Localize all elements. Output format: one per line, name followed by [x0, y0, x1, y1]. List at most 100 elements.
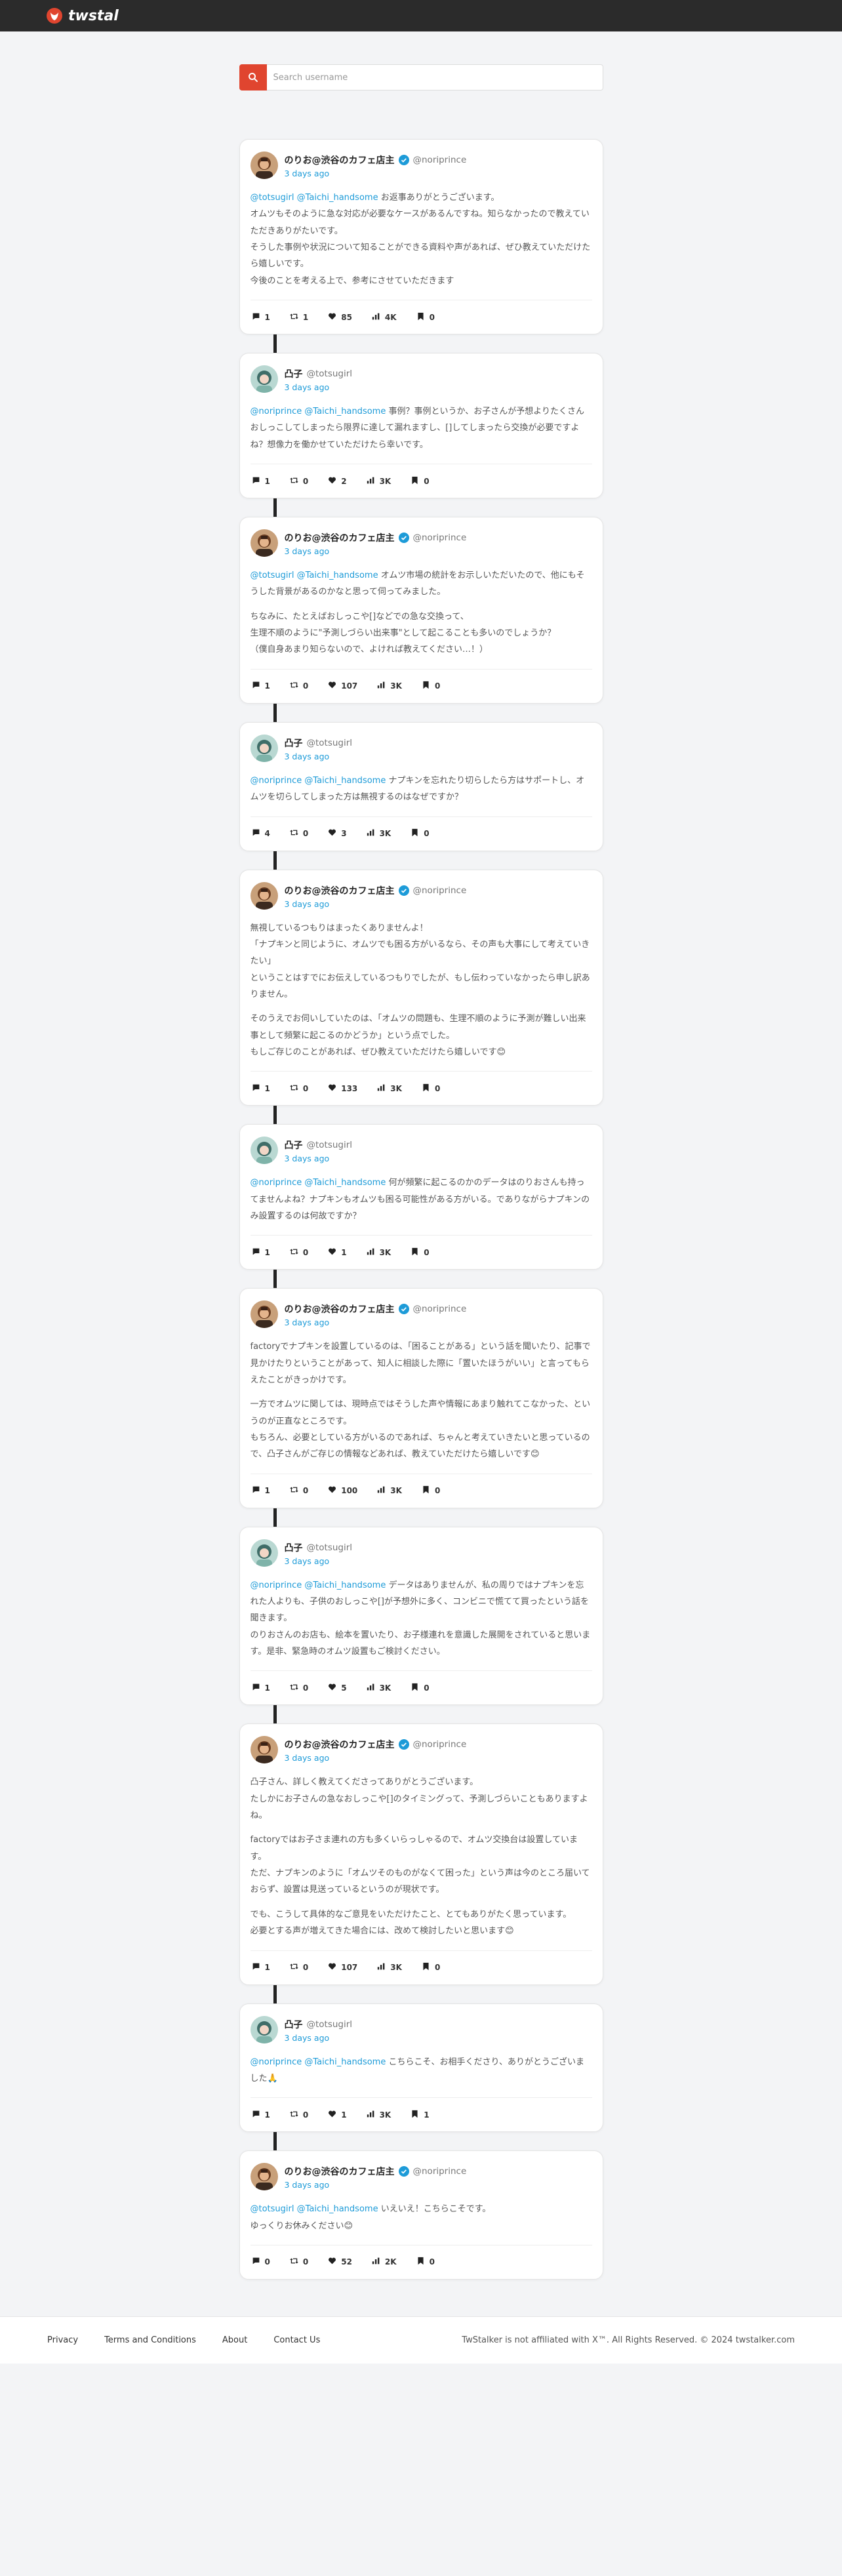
likes-action[interactable]: 52: [328, 2257, 352, 2267]
likes-action[interactable]: 5: [328, 1683, 347, 1693]
bookmarks-action[interactable]: 1: [411, 2110, 430, 2120]
tweet-card[interactable]: 凸子 @totsugirl 3 days ago @noriprince @Taich…: [239, 721, 603, 851]
views-action[interactable]: 3K: [377, 1083, 402, 1094]
mentions[interactable]: @noriprince @Taichi_handsome: [251, 776, 386, 786]
tweet-card[interactable]: 凸子 @totsugirl 3 days ago @noriprince @Taich…: [239, 353, 603, 499]
mentions[interactable]: @noriprince @Taichi_handsome: [251, 407, 386, 416]
views-action[interactable]: 3K: [367, 2110, 391, 2120]
search-input[interactable]: [266, 64, 603, 91]
timestamp[interactable]: 3 days ago: [285, 899, 467, 909]
avatar[interactable]: [250, 1539, 278, 1567]
timestamp[interactable]: 3 days ago: [285, 1318, 467, 1327]
handle[interactable]: @noriprince: [413, 1304, 467, 1314]
display-name[interactable]: のりお@渋谷のカフェ店主: [285, 531, 395, 544]
mentions[interactable]: @totsugirl @Taichi_handsome: [251, 2204, 378, 2214]
tweet-card[interactable]: のりお@渋谷のカフェ店主 @noriprince 3 days ago factory…: [239, 1288, 603, 1508]
bookmarks-action[interactable]: 0: [422, 1962, 440, 1973]
avatar[interactable]: [250, 2163, 278, 2191]
mentions[interactable]: @totsugirl @Taichi_handsome: [251, 193, 378, 203]
bookmarks-action[interactable]: 0: [411, 828, 430, 839]
handle[interactable]: @noriprince: [413, 1739, 467, 1750]
tweet-card[interactable]: のりお@渋谷のカフェ店主 @noriprince 3 days ago 凸子さん、詳し…: [239, 1723, 603, 1985]
bookmarks-action[interactable]: 0: [411, 1247, 430, 1258]
views-action[interactable]: 3K: [377, 681, 402, 691]
timestamp[interactable]: 3 days ago: [285, 2180, 467, 2190]
bookmarks-action[interactable]: 0: [422, 1485, 440, 1496]
bookmarks-action[interactable]: 0: [416, 312, 435, 323]
avatar[interactable]: [250, 1736, 278, 1764]
bookmarks-action[interactable]: 0: [422, 1083, 440, 1094]
views-action[interactable]: 4K: [372, 312, 397, 323]
tweet-card[interactable]: のりお@渋谷のカフェ店主 @noriprince 3 days ago 無視しているつ…: [239, 869, 603, 1106]
avatar[interactable]: [250, 365, 278, 393]
likes-action[interactable]: 85: [328, 312, 352, 323]
retweets-action[interactable]: 0: [290, 828, 308, 839]
likes-action[interactable]: 107: [328, 1962, 357, 1973]
likes-action[interactable]: 100: [328, 1485, 357, 1496]
retweets-action[interactable]: 0: [290, 1083, 308, 1094]
likes-action[interactable]: 107: [328, 681, 357, 691]
footer-link-terms-and-conditions[interactable]: Terms and Conditions: [104, 2335, 196, 2345]
replies-action[interactable]: 1: [252, 1962, 270, 1973]
views-action[interactable]: 3K: [367, 828, 391, 839]
bookmarks-action[interactable]: 0: [411, 1683, 430, 1693]
likes-action[interactable]: 1: [328, 1247, 347, 1258]
likes-action[interactable]: 1: [328, 2110, 347, 2120]
handle[interactable]: @noriprince: [413, 533, 467, 543]
timestamp[interactable]: 3 days ago: [285, 1556, 353, 1566]
bookmarks-action[interactable]: 0: [422, 681, 440, 691]
handle[interactable]: @totsugirl: [307, 1140, 353, 1150]
mentions[interactable]: @totsugirl @Taichi_handsome: [251, 571, 378, 580]
avatar[interactable]: [250, 529, 278, 557]
avatar[interactable]: [250, 1137, 278, 1165]
replies-action[interactable]: 1: [252, 312, 270, 323]
display-name[interactable]: のりお@渋谷のカフェ店主: [285, 884, 395, 897]
bookmarks-action[interactable]: 0: [411, 476, 430, 487]
handle[interactable]: @noriprince: [413, 155, 467, 165]
display-name[interactable]: 凸子: [285, 367, 303, 380]
timestamp[interactable]: 3 days ago: [285, 546, 467, 556]
tweet-card[interactable]: 凸子 @totsugirl 3 days ago @noriprince @Taich…: [239, 2003, 603, 2133]
replies-action[interactable]: 1: [252, 1683, 270, 1693]
retweets-action[interactable]: 0: [290, 1683, 308, 1693]
avatar[interactable]: [250, 2015, 278, 2043]
views-action[interactable]: 2K: [372, 2257, 397, 2267]
handle[interactable]: @noriprince: [413, 2166, 467, 2177]
footer-link-about[interactable]: About: [222, 2335, 247, 2345]
footer-link-privacy[interactable]: Privacy: [47, 2335, 78, 2345]
views-action[interactable]: 3K: [367, 1247, 391, 1258]
likes-action[interactable]: 3: [328, 828, 347, 839]
display-name[interactable]: のりお@渋谷のカフェ店主: [285, 1738, 395, 1751]
avatar[interactable]: [250, 1300, 278, 1329]
mentions[interactable]: @noriprince @Taichi_handsome: [251, 1178, 386, 1188]
avatar[interactable]: [250, 881, 278, 910]
avatar[interactable]: [250, 151, 278, 179]
display-name[interactable]: 凸子: [285, 736, 303, 750]
handle[interactable]: @totsugirl: [307, 738, 353, 748]
timestamp[interactable]: 3 days ago: [285, 1753, 467, 1763]
timestamp[interactable]: 3 days ago: [285, 752, 353, 761]
tweet-card[interactable]: 凸子 @totsugirl 3 days ago @noriprince @Taich…: [239, 1526, 603, 1706]
mentions[interactable]: @noriprince @Taichi_handsome: [251, 1580, 386, 1590]
search-button[interactable]: [239, 64, 267, 91]
retweets-action[interactable]: 0: [290, 1962, 308, 1973]
timestamp[interactable]: 3 days ago: [285, 169, 467, 178]
retweets-action[interactable]: 0: [290, 1247, 308, 1258]
bookmarks-action[interactable]: 0: [416, 2257, 435, 2267]
handle[interactable]: @totsugirl: [307, 369, 353, 379]
mentions[interactable]: @noriprince @Taichi_handsome: [251, 2057, 386, 2067]
retweets-action[interactable]: 0: [290, 2257, 308, 2267]
views-action[interactable]: 3K: [377, 1962, 402, 1973]
tweet-card[interactable]: のりお@渋谷のカフェ店主 @noriprince 3 days ago @totsug…: [239, 2150, 603, 2280]
display-name[interactable]: のりお@渋谷のカフェ店主: [285, 1302, 395, 1316]
retweets-action[interactable]: 0: [290, 1485, 308, 1496]
replies-action[interactable]: 1: [252, 1247, 270, 1258]
retweets-action[interactable]: 0: [290, 2110, 308, 2120]
handle[interactable]: @noriprince: [413, 885, 467, 896]
display-name[interactable]: のりお@渋谷のカフェ店主: [285, 2165, 395, 2178]
replies-action[interactable]: 1: [252, 681, 270, 691]
retweets-action[interactable]: 1: [290, 312, 308, 323]
display-name[interactable]: のりお@渋谷のカフェ店主: [285, 153, 395, 167]
views-action[interactable]: 3K: [367, 1683, 391, 1693]
retweets-action[interactable]: 0: [290, 476, 308, 487]
